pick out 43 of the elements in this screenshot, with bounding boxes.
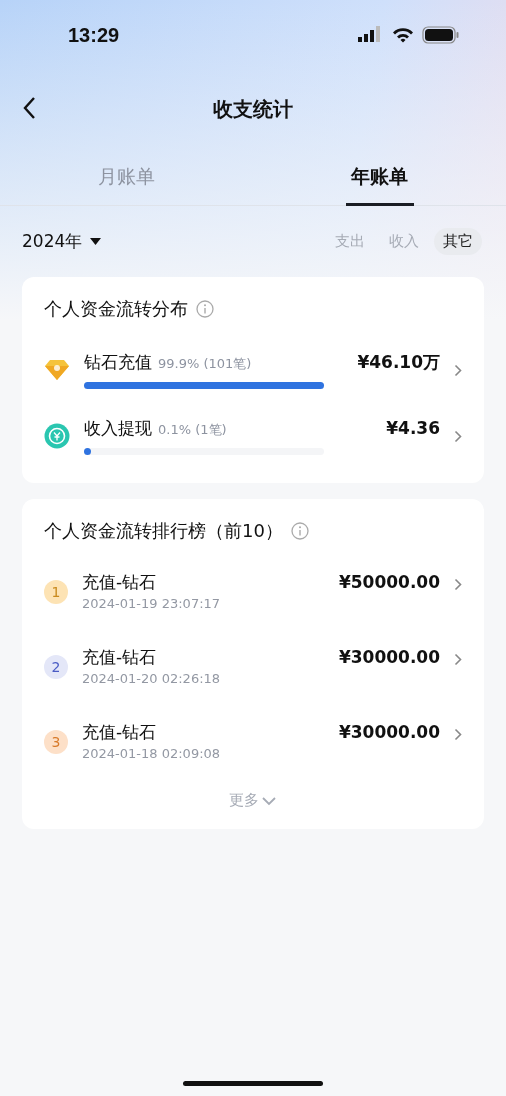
diamond-icon — [44, 359, 70, 381]
transaction-name: 充值-钻石 — [82, 571, 157, 594]
info-icon[interactable] — [290, 522, 309, 540]
status-time: 13:29 — [68, 23, 120, 47]
category-name: 钻石充值 — [84, 352, 152, 372]
transaction-name: 充值-钻石 — [82, 721, 157, 744]
wifi-icon — [392, 27, 414, 43]
chevron-down-icon — [261, 795, 277, 806]
tab[interactable]: 年账单 — [253, 148, 506, 205]
category-name: 收入提现 — [84, 418, 152, 438]
category-share: 99.9% (101笔) — [158, 356, 252, 371]
chevron-right-icon — [454, 429, 462, 443]
transaction-time: 2024-01-18 02:09:08 — [82, 746, 222, 761]
more-button[interactable]: 更多 — [223, 790, 283, 811]
category-amount: ¥4.36 — [386, 418, 440, 438]
transaction-amount: ¥30000.00 — [338, 647, 440, 667]
filter-chip[interactable]: 支出 — [326, 228, 374, 255]
info-icon[interactable] — [196, 300, 214, 318]
tab[interactable]: 月账单 — [0, 148, 253, 205]
chevron-right-icon — [454, 363, 462, 377]
currency-circle-icon — [44, 423, 70, 449]
rank-number: 3 — [44, 730, 68, 754]
chevron-right-icon — [454, 728, 462, 741]
card-title: 个人资金流转排行榜（前10） — [44, 519, 283, 543]
category-share: 0.1% (1笔) — [158, 422, 227, 437]
category-amount: ¥46.10万 — [357, 351, 440, 374]
back-icon — [22, 96, 36, 120]
year-picker[interactable]: 2024年 — [22, 230, 102, 253]
battery-icon — [422, 26, 460, 44]
page-title: 收支统计 — [213, 95, 293, 123]
caret-down-icon — [90, 238, 102, 245]
filter-chip[interactable]: 收入 — [380, 228, 428, 255]
transaction-name: 充值-钻石 — [82, 646, 157, 669]
card-title: 个人资金流转分布 — [44, 297, 188, 321]
transaction-time: 2024-01-20 02:26:18 — [82, 671, 222, 686]
chevron-right-icon — [454, 653, 462, 666]
chevron-right-icon — [454, 578, 462, 591]
transaction-amount: ¥30000.00 — [338, 722, 440, 742]
transaction-amount: ¥50000.00 — [338, 572, 440, 592]
rank-number: 2 — [44, 655, 68, 679]
filter-chip[interactable]: 其它 — [434, 228, 482, 255]
transaction-time: 2024-01-19 23:07:17 — [82, 596, 222, 611]
rank-number: 1 — [44, 580, 68, 604]
